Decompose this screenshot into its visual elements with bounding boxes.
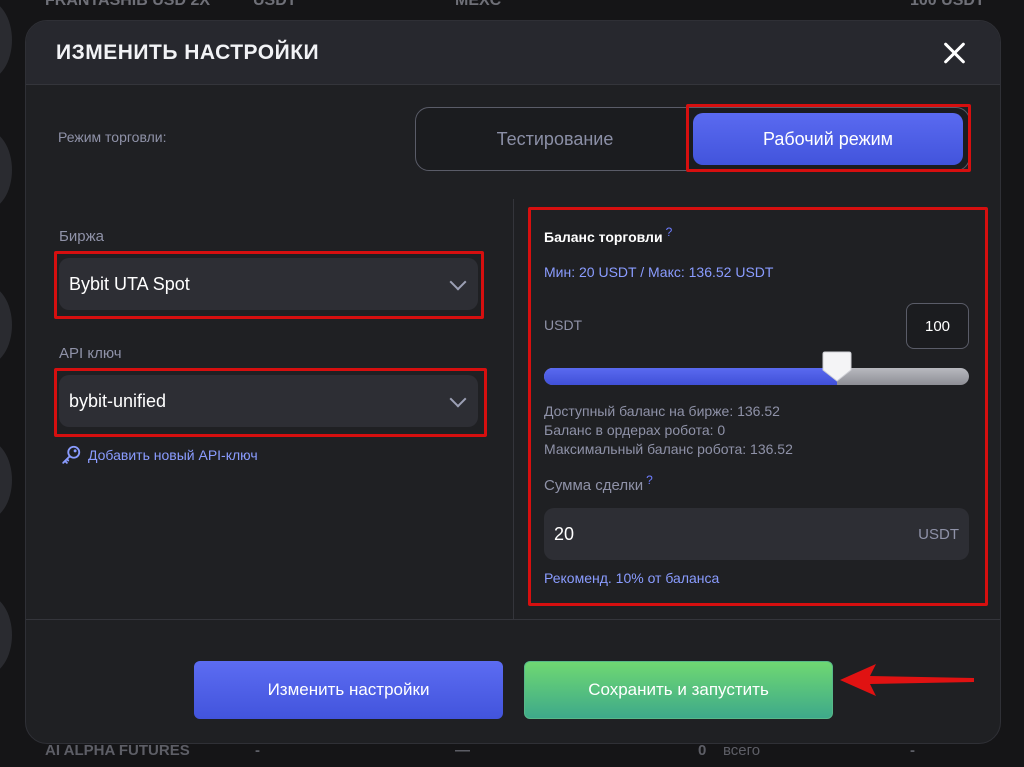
deal-amount-label-text: Сумма сделки (544, 477, 644, 494)
exchange-select-value: Bybit UTA Spot (69, 274, 190, 294)
save-and-start-button[interactable]: Сохранить и запустить (524, 661, 833, 719)
modal-title: ИЗМЕНИТЬ НАСТРОЙКИ (56, 41, 320, 64)
deal-recommendation: Рекоменд. 10% от баланса (544, 570, 720, 586)
balance-help-icon[interactable]: ? (666, 225, 673, 239)
add-api-key-link[interactable]: Добавить новый API-ключ (60, 444, 258, 466)
available-balance: Доступный баланс на бирже: 136.52 (544, 403, 780, 419)
background-table-row-bottom: AI ALPHA FUTURES - — 0 всего - (0, 742, 1024, 767)
max-robot-balance: Максимальный баланс робота: 136.52 (544, 441, 793, 457)
bg-bot-name-2: AI ALPHA FUTURES (45, 742, 190, 759)
bg-total: всего (723, 742, 761, 759)
exchange-label: Биржа (59, 228, 104, 245)
settings-modal: ИЗМЕНИТЬ НАСТРОЙКИ Режим торговли: Тести… (25, 20, 1001, 744)
exchange-select[interactable]: Bybit UTA Spot (59, 258, 478, 310)
modal-header: ИЗМЕНИТЬ НАСТРОЙКИ (26, 21, 1000, 85)
key-icon (62, 445, 81, 464)
deal-help-icon[interactable]: ? (646, 473, 653, 487)
balance-min-max: Мин: 20 USDT / Макс: 136.52 USDT (544, 264, 774, 280)
bg-avatar-4 (0, 440, 12, 520)
footer-divider (26, 619, 1000, 620)
api-key-select-value: bybit-unified (69, 391, 167, 411)
add-api-key-text: Добавить новый API-ключ (88, 447, 258, 463)
chevron-down-icon (449, 390, 467, 408)
balance-title: Баланс торговли? (544, 225, 672, 245)
close-icon[interactable] (942, 41, 966, 65)
balance-slider-fill (544, 368, 838, 385)
bg-avatar-3 (0, 285, 12, 365)
deal-amount-value: 20 (554, 524, 575, 544)
orders-balance: Баланс в ордерах робота: 0 (544, 422, 726, 438)
bg-dash-1: - (255, 742, 260, 759)
arrow-left-icon (840, 664, 974, 696)
mode-testing-option[interactable]: Тестирование (416, 108, 694, 170)
vertical-divider (513, 199, 514, 619)
bg-bot-name: FRANTASHIB USD 2X (45, 0, 211, 9)
bg-currency: USDT (253, 0, 297, 9)
bg-amount: 100 USDT (910, 0, 985, 9)
bg-avatar-5 (0, 595, 12, 675)
bg-avatar-1 (0, 0, 12, 80)
deal-amount-input[interactable]: 20 USDT (544, 508, 969, 560)
bg-dash-2: — (455, 742, 470, 759)
chevron-down-icon (449, 273, 467, 291)
deal-amount-label: Сумма сделки? (544, 473, 653, 494)
mode-live-option[interactable]: Рабочий режим (693, 113, 963, 165)
background-table-row-top: FRANTASHIB USD 2X USDT MEXC 100 USDT (0, 0, 1024, 12)
balance-unit-label: USDT (544, 317, 583, 333)
api-key-select[interactable]: bybit-unified (59, 375, 478, 427)
api-key-label: API ключ (59, 345, 122, 362)
balance-amount-input[interactable]: 100 (906, 303, 969, 349)
bg-exchange: MEXC (455, 0, 502, 9)
balance-slider-handle[interactable] (822, 350, 852, 382)
deal-amount-unit: USDT (918, 526, 959, 543)
trading-mode-toggle: Тестирование Рабочий режим (415, 107, 970, 171)
balance-title-text: Баланс торговли (544, 229, 663, 245)
trading-mode-label: Режим торговли: (58, 129, 167, 145)
change-settings-button[interactable]: Изменить настройки (194, 661, 503, 719)
bg-dash-3: - (910, 742, 915, 759)
bg-count: 0 (698, 742, 707, 759)
balance-slider[interactable] (544, 368, 969, 385)
bg-avatar-2 (0, 130, 12, 210)
